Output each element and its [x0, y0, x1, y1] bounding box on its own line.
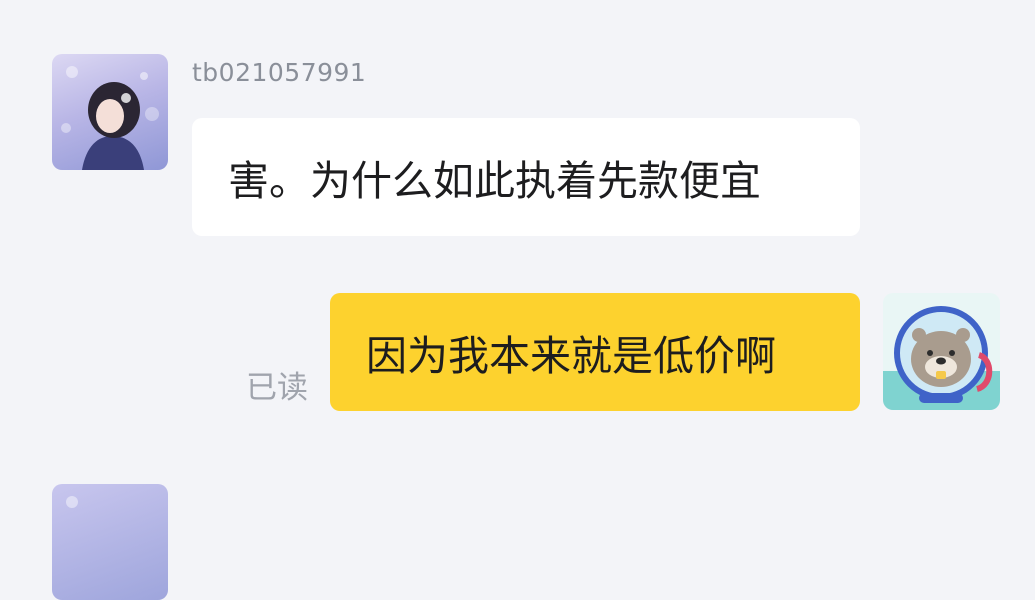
outgoing-message-bubble[interactable]: 因为我本来就是低价啊: [330, 293, 860, 411]
own-avatar[interactable]: [883, 293, 1000, 410]
girl-portrait-avatar-icon: [61, 66, 159, 170]
read-status: 已读: [246, 370, 308, 406]
incoming-message-text: 害。为什么如此执着先款便宜: [228, 157, 761, 205]
girl-portrait-avatar-icon: [66, 496, 78, 508]
outgoing-message-text: 因为我本来就是低价啊: [366, 332, 776, 380]
otter-diver-avatar-icon: [883, 306, 1000, 410]
next-sender-avatar[interactable]: [52, 484, 168, 600]
incoming-message-bubble[interactable]: 害。为什么如此执着先款便宜: [192, 118, 860, 236]
chat-message-list: tb021057991 害。为什么如此执着先款便宜 已读 因为我本来就是低价啊: [0, 0, 1035, 600]
sender-username: tb021057991: [192, 58, 367, 87]
sender-avatar[interactable]: [52, 54, 168, 170]
